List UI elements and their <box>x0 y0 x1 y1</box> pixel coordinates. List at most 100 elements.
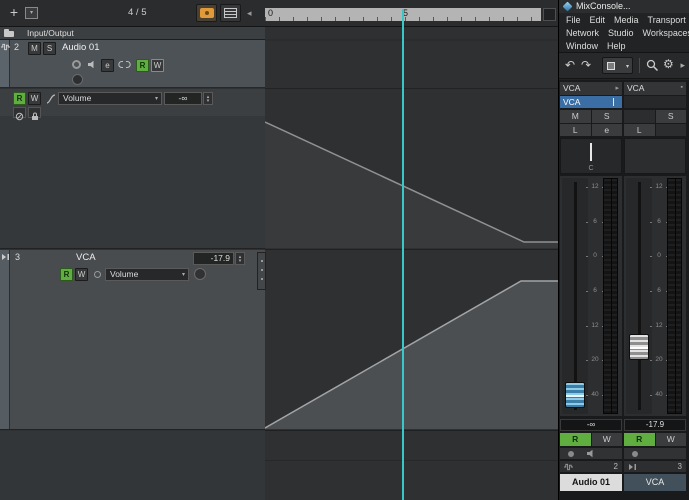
small-circle-icon[interactable] <box>94 271 101 278</box>
link-button[interactable]: L <box>560 124 591 136</box>
write-button[interactable]: W <box>591 433 622 446</box>
monitor-icon[interactable] <box>87 60 97 69</box>
channel-strip-audio-01: VCA ▸ VCA M S L e C 12 6 0 6 12 20 40 -∞… <box>560 80 622 500</box>
menu-transport[interactable]: Transport <box>648 15 686 25</box>
track-list-settings-icon[interactable] <box>220 4 241 22</box>
write-button[interactable]: W <box>28 92 41 105</box>
spin-down-icon[interactable]: ▾ <box>207 98 210 103</box>
automation-lane-volume[interactable]: R W Volume ▾ -∞ ▴ ▾ <box>0 89 265 249</box>
track-circle-button[interactable] <box>72 74 83 85</box>
solo-button[interactable]: S <box>43 42 56 55</box>
edit-channel-button[interactable] <box>655 124 686 136</box>
menu-window[interactable]: Window <box>566 41 598 51</box>
read-button[interactable]: R <box>60 268 73 281</box>
mute-button[interactable]: M <box>560 110 591 123</box>
pan-center-label: C <box>588 165 594 172</box>
window-title: MixConsole... <box>576 1 631 11</box>
solo-button[interactable]: S <box>655 110 686 123</box>
camera-icon[interactable] <box>196 4 217 22</box>
cubase-app: + ▾ 4 / 5 ◂ 0 5 Input/Output 2 M S Audio… <box>0 0 689 500</box>
menu-network[interactable]: Network <box>566 28 599 38</box>
vca-rack-label: VCA <box>627 83 645 93</box>
read-button[interactable]: R <box>13 92 26 105</box>
playhead-cursor[interactable] <box>402 9 404 500</box>
lane-resize-handle[interactable] <box>257 252 266 290</box>
track-number: 3 <box>15 252 21 262</box>
vca-value-field[interactable]: -17.9 <box>193 252 234 265</box>
track-vca[interactable]: 3 VCA -17.9 ▴ ▾ R W Volume ▾ <box>0 250 265 430</box>
mute-button[interactable] <box>624 110 655 123</box>
automation-curves <box>265 39 558 461</box>
monitor-dot-icon[interactable] <box>632 451 638 457</box>
bypass-icon[interactable] <box>13 107 26 121</box>
menu-studio[interactable]: Studio <box>608 28 634 38</box>
redo-icon[interactable]: ↷ <box>581 58 591 72</box>
fader-track[interactable] <box>626 178 652 414</box>
edit-channel-button[interactable]: e <box>101 59 114 72</box>
track-circle-button[interactable] <box>194 268 206 280</box>
write-button[interactable]: W <box>75 268 88 281</box>
track-name[interactable]: VCA <box>76 252 96 263</box>
track-name[interactable]: Audio 01 <box>62 42 100 53</box>
io-folder-track[interactable]: Input/Output <box>0 27 265 40</box>
track-preset-icon[interactable]: ▾ <box>25 7 38 19</box>
track-audio-01[interactable]: 2 M S Audio 01 e R W <box>0 40 265 88</box>
link-button[interactable]: L <box>624 124 655 136</box>
read-button[interactable]: R <box>624 433 655 446</box>
add-track-icon[interactable]: + <box>6 4 22 21</box>
expand-icon[interactable]: ▸ <box>680 60 685 71</box>
automation-value-field[interactable]: -∞ <box>164 92 202 105</box>
fader-value-field[interactable]: -17.9 <box>624 419 686 431</box>
menu-workspaces[interactable]: Workspaces <box>643 28 689 38</box>
pan-control[interactable]: C <box>560 138 622 174</box>
value-spinner[interactable]: ▴ ▾ <box>235 252 245 265</box>
fader-handle[interactable] <box>629 334 649 360</box>
scale-mark: 12 <box>650 322 668 329</box>
channel-name[interactable]: VCA <box>624 474 686 491</box>
undo-icon[interactable]: ↶ <box>565 58 575 72</box>
mixconsole-window: MixConsole... File Edit Media Transport … <box>558 0 689 500</box>
vca-rack-cell[interactable]: VCA ▸ <box>560 82 622 95</box>
search-icon[interactable] <box>646 59 659 72</box>
fader-handle[interactable] <box>565 382 585 408</box>
read-button[interactable]: R <box>560 433 591 446</box>
write-button[interactable]: W <box>151 59 164 72</box>
channel-name[interactable]: Audio 01 <box>560 474 622 491</box>
link-edit-row: L e <box>560 124 622 136</box>
lock-icon[interactable] <box>28 107 41 120</box>
automation-link-icon[interactable] <box>118 60 131 69</box>
fader-value-field[interactable]: -∞ <box>560 419 622 431</box>
vca-rack-cell[interactable]: VCA ▪ <box>624 82 686 95</box>
menu-edit[interactable]: Edit <box>590 15 606 25</box>
record-enable-icon[interactable] <box>72 60 81 69</box>
menu-media[interactable]: Media <box>614 15 639 25</box>
level-meter <box>603 178 618 414</box>
menu-file[interactable]: File <box>566 15 581 25</box>
automation-parameter-select[interactable]: Volume ▾ <box>58 92 162 105</box>
chevron-left-icon[interactable]: ◂ <box>247 8 252 19</box>
channel-strip-vca: VCA ▪ S L 12 6 0 6 12 20 40 -17.9 R W 3 … <box>624 80 686 500</box>
channel-name-label: VCA <box>645 477 665 487</box>
vca-parameter-select[interactable]: Volume ▾ <box>105 268 189 281</box>
gear-icon[interactable]: ⚙ <box>663 57 674 71</box>
vca-name-field[interactable] <box>624 96 686 108</box>
fader-track[interactable] <box>562 178 588 414</box>
menu-help[interactable]: Help <box>607 41 626 51</box>
spin-down-icon[interactable]: ▾ <box>239 258 242 263</box>
link-edit-row: L <box>624 124 686 136</box>
read-button[interactable]: R <box>136 59 149 72</box>
vca-rack-label: VCA <box>563 83 581 93</box>
record-enable-icon[interactable] <box>568 451 574 457</box>
event-display[interactable] <box>265 27 558 500</box>
vca-name-field[interactable]: VCA <box>560 96 622 108</box>
mixconsole-title-bar[interactable]: MixConsole... <box>559 0 689 13</box>
monitor-icon[interactable] <box>586 449 596 458</box>
write-button[interactable]: W <box>655 433 686 446</box>
solo-button[interactable]: S <box>591 110 622 123</box>
mixconsole-toolbar: ↶ ↷ ▾ ⚙ ▸ <box>559 52 689 79</box>
racks-button[interactable]: ▾ <box>602 57 633 74</box>
value-spinner[interactable]: ▴ ▾ <box>203 92 213 105</box>
ruler-options-button[interactable] <box>543 8 556 21</box>
mute-button[interactable]: M <box>28 42 41 55</box>
edit-channel-button[interactable]: e <box>591 124 622 136</box>
